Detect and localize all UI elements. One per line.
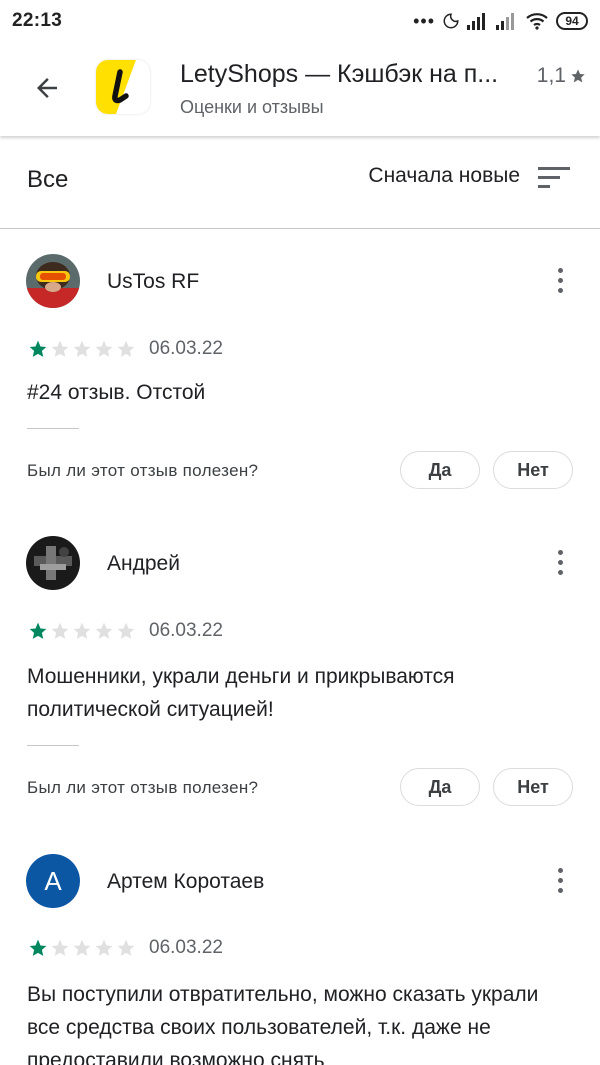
star-filled-icon — [29, 939, 47, 956]
helpful-question: Был ли этот отзыв полезен? — [27, 461, 259, 480]
star-empty-icon — [117, 622, 135, 639]
app-subtitle: Оценки и отзывы — [180, 97, 324, 117]
review-text: #24 отзыв. Отстой — [27, 381, 206, 404]
avatar-photo-icon — [26, 536, 80, 590]
star-rating — [27, 339, 137, 359]
moon-icon — [443, 13, 459, 29]
star-empty-icon — [51, 340, 69, 357]
status-bar: 22:13 ••• 94 — [0, 0, 600, 42]
wifi-icon — [526, 13, 548, 30]
divider — [27, 745, 79, 746]
review-text: Вы поступили отвратительно, можно сказат… — [27, 983, 539, 1065]
review-item: А Артем Коротаев 06.03.22 Вы поступили о… — [0, 826, 600, 1065]
review-date: 06.03.22 — [149, 338, 223, 359]
review-item: UsTos RF 06.03.22 #24 отзыв. Отстой Был … — [0, 228, 600, 518]
reviewer-name: Артем Коротаев — [107, 870, 265, 893]
app-icon — [96, 60, 150, 114]
filter-bar: Все Сначала новые — [0, 136, 600, 229]
helpful-no-button[interactable]: Нет — [493, 451, 573, 489]
avatar: А — [26, 854, 80, 908]
more-notifications-icon: ••• — [413, 10, 435, 31]
star-filled-icon — [29, 340, 47, 357]
star-empty-icon — [73, 340, 91, 357]
status-time: 22:13 — [12, 10, 63, 31]
avatar-letter: А — [44, 865, 62, 896]
avatar — [26, 254, 80, 308]
status-icons: ••• 94 — [413, 9, 588, 33]
star-empty-icon — [51, 622, 69, 639]
app-rating: 1,1 — [537, 64, 586, 88]
signal-icon-2 — [496, 13, 514, 30]
battery-icon: 94 — [556, 12, 588, 30]
review-text: Мошенники, украли деньги и прикрываются … — [27, 665, 455, 721]
divider — [27, 428, 79, 429]
more-options-button[interactable] — [548, 860, 572, 900]
filter-all-button[interactable]: Все — [27, 166, 68, 194]
more-options-button[interactable] — [548, 260, 572, 300]
avatar-photo-icon — [26, 254, 80, 308]
star-empty-icon — [51, 939, 69, 956]
review-date: 06.03.22 — [149, 620, 223, 641]
star-empty-icon — [117, 939, 135, 956]
star-rating — [27, 938, 137, 958]
star-empty-icon — [95, 622, 113, 639]
letyshops-logo-icon — [96, 60, 136, 114]
helpful-no-button[interactable]: Нет — [493, 768, 573, 806]
review-date: 06.03.22 — [149, 937, 223, 958]
helpful-yes-button[interactable]: Да — [400, 768, 480, 806]
sort-button[interactable]: Сначала новые — [368, 164, 520, 188]
star-empty-icon — [73, 622, 91, 639]
app-title: LetyShops — Кэшбэк на п... — [180, 60, 499, 88]
star-empty-icon — [73, 939, 91, 956]
review-item: Андрей 06.03.22 Мошенники, украли деньги… — [0, 510, 600, 830]
app-rating-value: 1,1 — [536, 64, 566, 87]
reviewer-name: Андрей — [107, 552, 180, 575]
helpful-question: Был ли этот отзыв полезен? — [27, 778, 259, 797]
star-rating — [27, 621, 137, 641]
avatar — [26, 536, 80, 590]
star-empty-icon — [95, 939, 113, 956]
back-button[interactable] — [26, 64, 68, 112]
star-icon — [571, 69, 585, 83]
reviewer-name: UsTos RF — [107, 270, 200, 293]
signal-icon — [467, 13, 485, 30]
app-bar: LetyShops — Кэшбэк на п... Оценки и отзы… — [0, 42, 600, 136]
more-options-button[interactable] — [548, 542, 572, 582]
helpful-yes-button[interactable]: Да — [400, 451, 480, 489]
sort-icon[interactable] — [538, 165, 570, 189]
star-empty-icon — [95, 340, 113, 357]
arrow-back-icon — [37, 78, 57, 98]
star-filled-icon — [29, 622, 47, 639]
star-empty-icon — [117, 340, 135, 357]
